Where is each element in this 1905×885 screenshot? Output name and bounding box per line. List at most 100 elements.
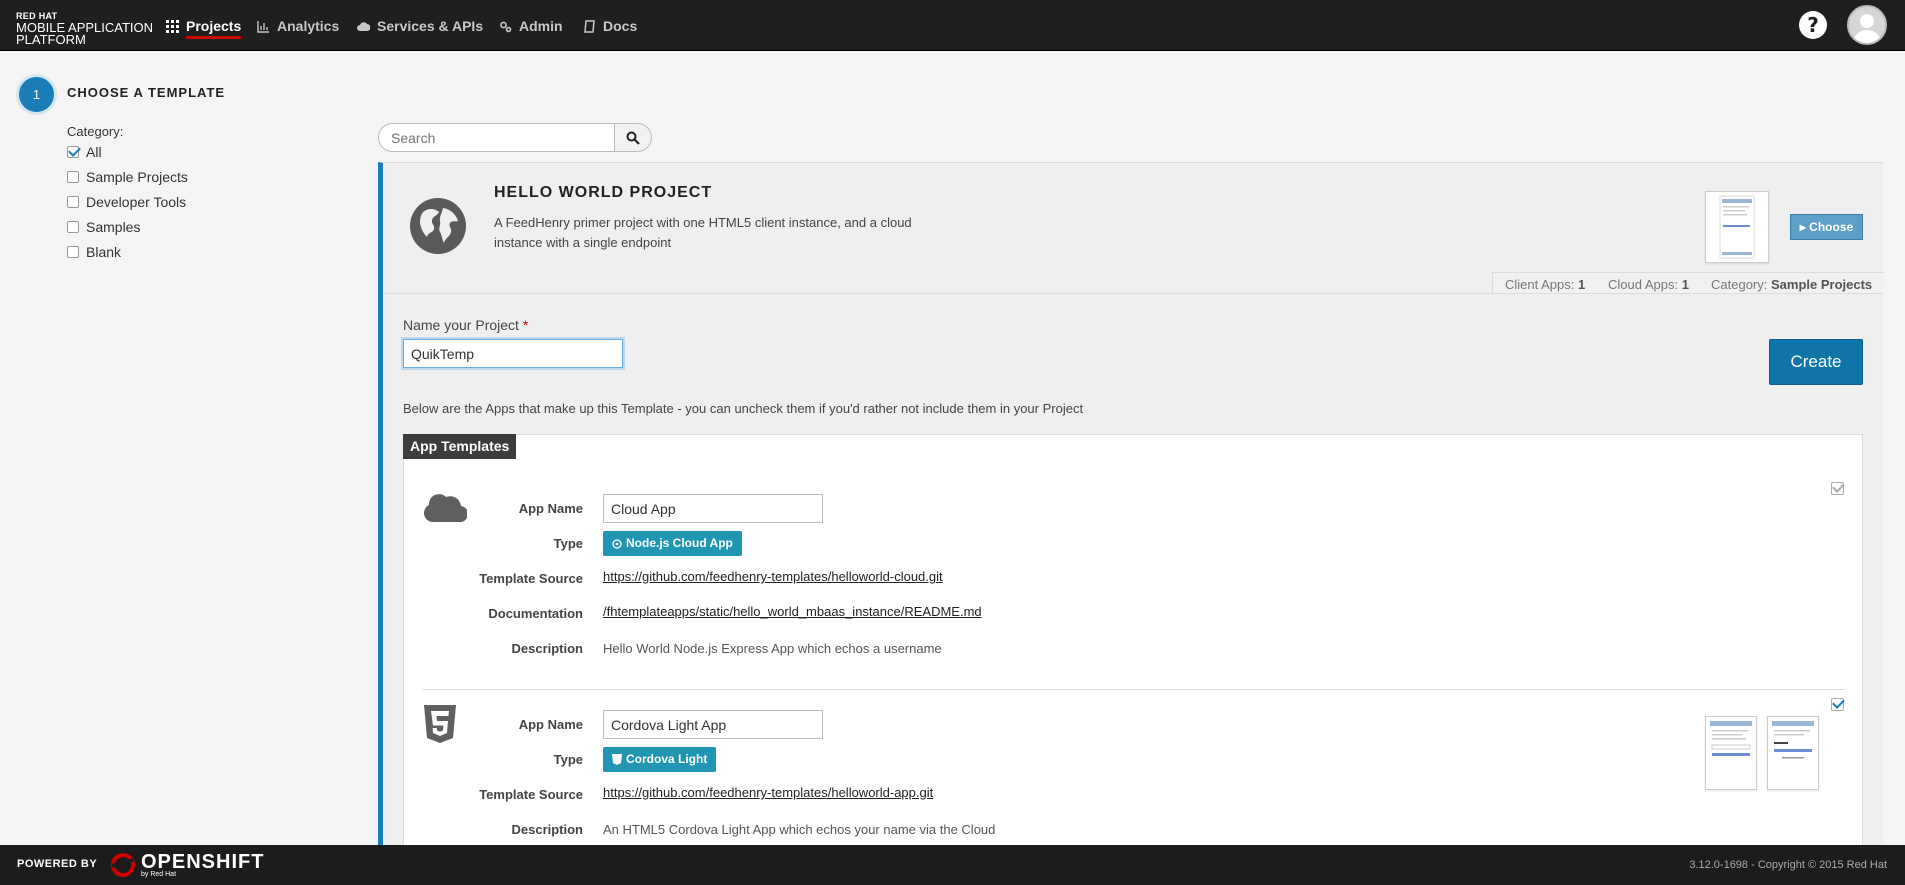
- app1-name-label: App Name: [518, 501, 583, 516]
- category-blank[interactable]: Blank: [67, 244, 121, 260]
- app2-type-badge: Cordova Light: [603, 747, 717, 772]
- app1-include-checkbox[interactable]: [1831, 482, 1844, 495]
- app2-name-label: App Name: [518, 717, 583, 732]
- category-label: Category:: [67, 124, 124, 139]
- search-icon: [626, 131, 640, 145]
- client-apps-label: Client Apps:: [1505, 277, 1575, 292]
- avatar[interactable]: [1847, 5, 1887, 45]
- category-blank-checkbox[interactable]: [67, 246, 79, 258]
- panel-divider: [384, 293, 1883, 294]
- nav-docs[interactable]: Docs: [583, 16, 637, 36]
- app2-source-label: Template Source: [479, 787, 583, 802]
- project-name-input[interactable]: [403, 339, 623, 368]
- nav-docs-label: Docs: [603, 18, 638, 34]
- app2-preview-thumbnail-1[interactable]: [1705, 716, 1757, 790]
- caret-right-icon: ▸: [1799, 220, 1806, 234]
- template-category-value: Sample Projects: [1771, 277, 1873, 292]
- openshift-icon: [111, 853, 135, 877]
- app1-source-link[interactable]: https://github.com/feedhenry-templates/h…: [603, 569, 943, 584]
- apps-instructions: Below are the Apps that make up this Tem…: [403, 401, 1084, 416]
- app1-source-label: Template Source: [479, 571, 583, 586]
- template-category: Category: Sample Projects: [1699, 272, 1885, 294]
- app2-preview-thumbnail-2[interactable]: [1767, 716, 1819, 790]
- cloud-apps-count: Cloud Apps: 1: [1596, 272, 1702, 294]
- category-sample-projects[interactable]: Sample Projects: [67, 169, 188, 185]
- app2-source-link[interactable]: https://github.com/feedhenry-templates/h…: [603, 785, 933, 800]
- cloud-apps-label: Cloud Apps:: [1608, 277, 1679, 292]
- nav-admin-label: Admin: [519, 18, 563, 34]
- category-developer-tools-label: Developer Tools: [86, 194, 187, 210]
- create-button[interactable]: Create: [1769, 339, 1863, 385]
- template-description: A FeedHenry primer project with one HTML…: [494, 215, 912, 250]
- app-divider: [422, 689, 1845, 690]
- category-samples-label: Samples: [86, 219, 141, 235]
- nav-services-apis[interactable]: Services & APIs: [357, 16, 483, 36]
- step-title: CHOOSE A TEMPLATE: [67, 85, 226, 100]
- brand-line2: PLATFORM: [16, 32, 86, 47]
- app1-name-input[interactable]: [603, 494, 823, 523]
- template-preview-thumbnail[interactable]: [1705, 191, 1769, 263]
- nav-services-label: Services & APIs: [377, 18, 484, 34]
- app2-include-checkbox[interactable]: [1831, 698, 1844, 711]
- search-input[interactable]: [378, 123, 615, 152]
- app1-docs-label: Documentation: [488, 606, 583, 621]
- required-marker: *: [522, 317, 529, 333]
- nodejs-icon: [612, 538, 622, 549]
- client-apps-count: Client Apps: 1: [1492, 272, 1599, 294]
- category-developer-tools-checkbox[interactable]: [67, 196, 79, 208]
- copyright: 3.12.0-1698 - Copyright © 2015 Red Hat: [1689, 859, 1887, 871]
- gears-icon: [500, 21, 512, 32]
- html5-badge-icon: [612, 754, 622, 765]
- help-icon[interactable]: ?: [1799, 11, 1827, 39]
- category-all-label: All: [86, 144, 102, 160]
- search-button[interactable]: [614, 123, 652, 152]
- category-samples-checkbox[interactable]: [67, 221, 79, 233]
- preview-image: [1719, 195, 1755, 259]
- openshift-logo[interactable]: OPENSHIFT by Red Hat: [110, 852, 264, 878]
- top-navbar: RED HAT MOBILE APPLICATION PLATFORM Proj…: [0, 0, 1905, 51]
- grid-icon: [166, 19, 179, 33]
- app2-name-input[interactable]: [603, 710, 823, 739]
- app-templates-tag: App Templates: [403, 434, 517, 459]
- category-samples[interactable]: Samples: [67, 219, 140, 235]
- user-silhouette-icon: [1853, 14, 1881, 43]
- brand-logo[interactable]: RED HAT MOBILE APPLICATION PLATFORM: [16, 10, 153, 46]
- category-all-checkbox[interactable]: [67, 146, 79, 158]
- preview-image: [1772, 721, 1814, 759]
- app1-type-badge: Node.js Cloud App: [603, 531, 742, 556]
- category-all[interactable]: All: [67, 144, 102, 160]
- choose-label: Choose: [1809, 220, 1854, 234]
- nav-analytics[interactable]: Analytics: [257, 16, 339, 36]
- category-sample-projects-label: Sample Projects: [86, 169, 188, 185]
- category-developer-tools[interactable]: Developer Tools: [67, 194, 186, 210]
- book-icon: [584, 19, 595, 33]
- cloud-apps-value: 1: [1681, 277, 1689, 292]
- template-title: HELLO WORLD PROJECT: [494, 184, 713, 201]
- project-name-label-text: Name your Project: [403, 317, 519, 333]
- choose-button[interactable]: ▸ Choose: [1790, 214, 1863, 240]
- nav-projects[interactable]: Projects: [166, 16, 242, 39]
- app1-desc-label: Description: [511, 641, 583, 656]
- cloud-icon: [357, 21, 370, 31]
- project-name-label: Name your Project *: [403, 317, 528, 333]
- openshift-wordmark: OPENSHIFT: [141, 850, 265, 873]
- footer: POWERED BY OPENSHIFT by Red Hat 3.12.0-1…: [0, 845, 1905, 885]
- powered-by-label: POWERED BY: [17, 858, 98, 870]
- app1-description: Hello World Node.js Express App which ec…: [603, 641, 942, 656]
- app2-desc-label: Description: [511, 822, 583, 837]
- app1-docs-link[interactable]: /fhtemplateapps/static/hello_world_mbaas…: [603, 604, 982, 619]
- globe-icon: [410, 198, 466, 254]
- preview-image: [1710, 721, 1752, 756]
- nav-admin[interactable]: Admin: [499, 16, 563, 36]
- app2-description: An HTML5 Cordova Light App which echos y…: [603, 822, 996, 837]
- bar-chart-icon: [257, 20, 269, 33]
- category-blank-label: Blank: [86, 244, 122, 260]
- app2-type-label: Type: [553, 752, 583, 767]
- app2-type-text: Cordova Light: [626, 752, 708, 766]
- app1-type-label: Type: [553, 536, 583, 551]
- category-sample-projects-checkbox[interactable]: [67, 171, 79, 183]
- nav-projects-label: Projects: [186, 18, 242, 39]
- step-number: 1: [16, 74, 57, 115]
- nav-analytics-label: Analytics: [277, 18, 340, 34]
- template-category-label: Category:: [1711, 277, 1768, 292]
